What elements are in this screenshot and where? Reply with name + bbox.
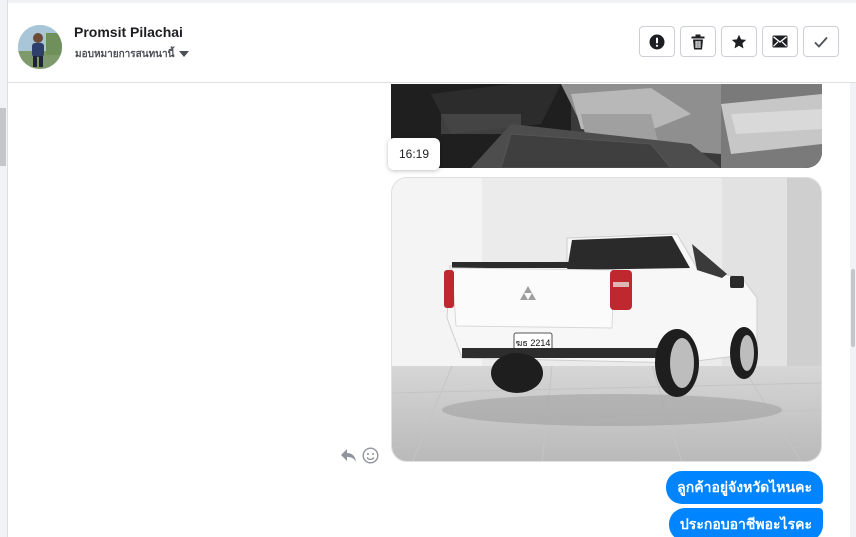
message-photo-car-interior[interactable] [391, 84, 822, 168]
car-interior-image [391, 84, 822, 168]
message-list-scrollbar-thumb[interactable] [851, 269, 855, 347]
checkmark-icon [814, 36, 828, 48]
mark-unread-button[interactable] [762, 26, 798, 57]
message-list-scrollbar[interactable] [850, 83, 856, 537]
assign-conversation-dropdown[interactable]: มอบหมายการสนทนานี้ [75, 47, 190, 62]
reply-icon[interactable] [340, 447, 357, 468]
exclamation-circle-icon [649, 34, 665, 49]
assign-conversation-label: มอบหมายการสนทนานี้ [75, 49, 175, 60]
pickup-truck-image: ฆธ 2214 [392, 178, 821, 461]
report-button[interactable] [639, 26, 675, 57]
smiley-icon [362, 447, 379, 464]
conversation-header: Promsit Pilachai มอบหมายการสนทนานี้ [8, 0, 856, 83]
star-button[interactable] [721, 26, 757, 57]
message-bubble-outgoing[interactable]: ลูกค้าอยู่จังหวัดไหนคะ [666, 471, 823, 504]
messenger-window: Promsit Pilachai มอบหมายการสนทนานี้ 16:1… [0, 0, 856, 537]
avatar[interactable] [18, 25, 62, 69]
caret-down-icon [179, 51, 190, 58]
message-photo-truck[interactable]: ฆธ 2214 [391, 177, 822, 462]
message-timestamp-tooltip: 16:19 [388, 138, 440, 170]
message-bubble-outgoing[interactable]: ประกอบอาชีพอะไรคะ [668, 508, 823, 537]
left-panel-edge [0, 0, 8, 537]
avatar-photo [18, 25, 62, 69]
contact-name[interactable]: Promsit Pilachai [74, 24, 183, 40]
star-icon [731, 34, 747, 48]
left-scrollbar-thumb[interactable] [0, 108, 6, 166]
conversation-actions [639, 26, 839, 57]
envelope-icon [772, 35, 788, 48]
license-plate: ฆธ 2214 [516, 338, 551, 348]
mark-done-button[interactable] [803, 26, 839, 57]
react-icon[interactable] [362, 447, 379, 469]
reply-arrow-icon [341, 449, 356, 462]
trash-icon [691, 34, 705, 49]
delete-button[interactable] [680, 26, 716, 57]
